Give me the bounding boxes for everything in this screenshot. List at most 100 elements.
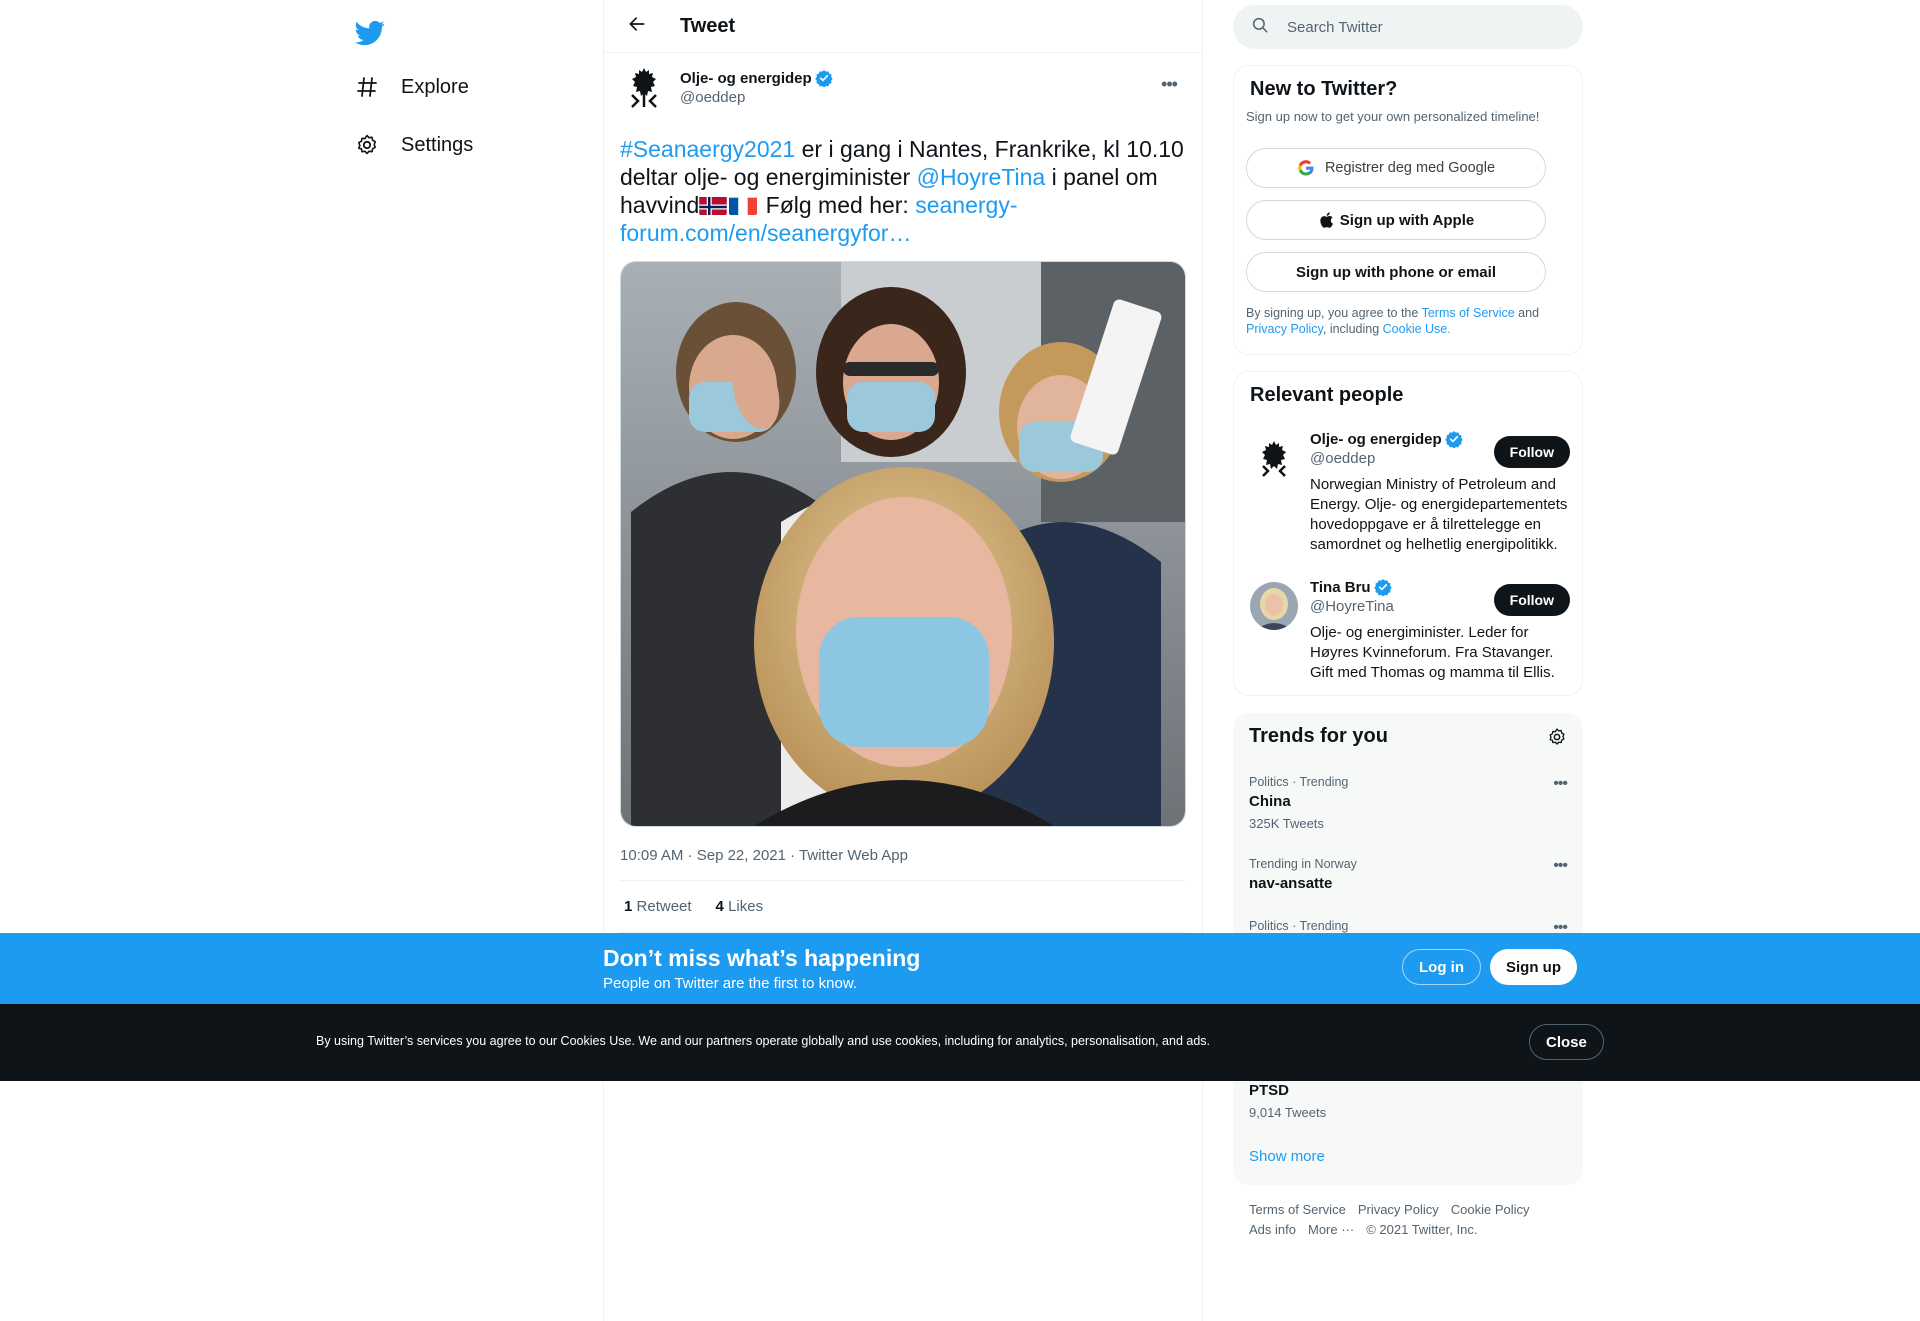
timestamp-source[interactable]: Twitter Web App	[799, 847, 908, 864]
tweet-text-part: Følg med her:	[759, 192, 916, 218]
trend-item[interactable]: Trending in Norway nav-ansatte •••	[1249, 857, 1568, 892]
cookie-text: By using Twitter’s services you agree to…	[316, 1034, 1211, 1048]
apple-signup-button[interactable]: Sign up with Apple	[1246, 200, 1546, 240]
nav-item-label: Settings	[401, 133, 474, 156]
login-button[interactable]: Log in	[1402, 949, 1481, 985]
likes-count: 4	[715, 898, 724, 915]
trend-name: nav-ansatte	[1249, 875, 1333, 892]
privacy-link[interactable]: Privacy Policy	[1246, 322, 1323, 336]
author-name-row[interactable]: Olje- og energidep	[680, 69, 833, 88]
page-title: Tweet	[680, 14, 736, 37]
phone-email-signup-button[interactable]: Sign up with phone or email	[1246, 252, 1546, 292]
timestamp-separator: ·	[785, 847, 800, 864]
retweets-stat[interactable]: 1 Retweet	[620, 898, 692, 915]
avatar[interactable]	[1250, 434, 1298, 482]
cookie-use-link[interactable]: Cookie Use.	[1383, 322, 1451, 336]
tweet-timestamp: 10:09 AM · Sep 22, 2021 · Twitter Web Ap…	[620, 847, 1186, 881]
retweets-label: Retweet	[636, 898, 692, 915]
trend-name: China	[1249, 793, 1291, 810]
trend-meta: Trending in Norway	[1249, 857, 1357, 871]
trend-name: PTSD	[1249, 1082, 1290, 1099]
nav-item-settings[interactable]: Settings	[343, 120, 483, 170]
tweet-stats: 1 Retweet 4 Likes	[620, 881, 1186, 933]
search-placeholder: Search Twitter	[1287, 18, 1383, 36]
apple-button-label: Sign up with Apple	[1339, 211, 1475, 229]
retweets-count: 1	[624, 898, 633, 915]
lion-crest-icon	[624, 65, 664, 113]
trend-meta: Politics · Trending	[1249, 919, 1349, 933]
lion-crest-icon	[1250, 434, 1298, 482]
nav-item-explore[interactable]: Explore	[343, 62, 479, 112]
more-dots-icon[interactable]: •••	[1553, 775, 1568, 793]
france-flag-icon	[729, 195, 758, 215]
signup-button[interactable]: Sign up	[1490, 949, 1577, 985]
nav-item-label: Explore	[401, 75, 469, 98]
legal-text: , including	[1322, 322, 1383, 336]
signup-legal-text: By signing up, you agree to the Terms of…	[1246, 305, 1566, 337]
main-header: Tweet	[604, 0, 1202, 53]
new-to-twitter-card: New to Twitter? Sign up now to get your …	[1233, 65, 1583, 355]
relevant-people-card: Relevant people Olje- og energidep @oedd…	[1233, 371, 1583, 696]
hashtag-link[interactable]: #Seanaergy2021	[620, 136, 795, 162]
footer-link[interactable]: Ads info	[1249, 1220, 1296, 1240]
search-input[interactable]: Search Twitter	[1233, 5, 1583, 49]
person-bio: Olje- og energiminister. Leder for Høyre…	[1310, 624, 1555, 681]
trend-item[interactable]: PTSD 9,014 Tweets	[1249, 1078, 1567, 1120]
person-bio: Norwegian Ministry of Petroleum and Ener…	[1310, 476, 1568, 553]
card-title: Relevant people	[1250, 384, 1404, 406]
arrow-left-icon	[627, 14, 647, 39]
more-options-button[interactable]: •••	[1152, 67, 1186, 101]
likes-label: Likes	[728, 898, 764, 915]
verified-badge-icon	[1444, 430, 1463, 449]
terms-link[interactable]: Terms of Service	[1422, 306, 1515, 320]
trends-settings-gear-icon[interactable]	[1547, 727, 1567, 747]
main-column: Tweet Olje- og energidep @oeddep ••• #Se…	[603, 0, 1203, 1321]
avatar[interactable]	[620, 65, 668, 113]
close-button[interactable]: Close	[1529, 1024, 1604, 1060]
phone-email-button-label: Sign up with phone or email	[1295, 263, 1496, 281]
twitter-bird-icon[interactable]	[349, 12, 391, 54]
trend-count: 9,014 Tweets	[1249, 1105, 1327, 1120]
trend-meta: Politics · Trending	[1249, 775, 1349, 789]
tweet-photo[interactable]	[620, 261, 1186, 827]
tweet-text: #Seanaergy2021 er i gang i Nantes, Frank…	[620, 135, 1186, 247]
likes-stat[interactable]: 4 Likes	[712, 898, 764, 915]
avatar[interactable]	[1250, 582, 1298, 630]
hashtag-icon	[353, 73, 381, 101]
trend-item[interactable]: Politics · Trending China 325K Tweets ••…	[1249, 775, 1568, 831]
mention-link[interactable]: @HoyreTina	[917, 164, 1046, 190]
follow-button[interactable]: Follow	[1493, 584, 1570, 616]
card-subtitle: Sign up now to get your own personalized…	[1246, 109, 1540, 124]
footer-links: Terms of Service Privacy Policy Cookie Pol…	[1249, 1200, 1569, 1240]
author-name: Olje- og energidep	[680, 69, 812, 87]
selfie-photo-image	[621, 262, 1185, 826]
legal-text: By signing up, you agree to the	[1246, 306, 1422, 320]
timestamp-time[interactable]: 10:09 AM	[620, 847, 683, 864]
footer-link[interactable]: Cookie Policy	[1451, 1200, 1530, 1220]
tina-bru-avatar-image	[1250, 582, 1298, 630]
back-button[interactable]	[620, 9, 654, 43]
card-title: New to Twitter?	[1250, 78, 1398, 100]
timestamp-date[interactable]: Sep 22, 2021	[697, 847, 786, 864]
banner-headline: Don’t miss what’s happening	[603, 945, 921, 971]
google-signup-button[interactable]: Registrer deg med Google	[1246, 148, 1546, 188]
footer-link[interactable]: Privacy Policy	[1358, 1200, 1439, 1220]
tweet-header: Olje- og energidep @oeddep •••	[620, 65, 1186, 125]
cookie-banner: By using Twitter’s services you agree to…	[0, 1004, 1920, 1081]
show-more-link[interactable]: Show more	[1249, 1148, 1325, 1165]
banner-subtext: People on Twitter are the first to know.	[603, 975, 858, 992]
more-dots-icon[interactable]: •••	[1553, 857, 1568, 875]
google-button-label: Registrer deg med Google	[1324, 160, 1496, 176]
legal-text: and	[1514, 306, 1540, 320]
verified-badge-icon	[814, 69, 833, 88]
follow-button[interactable]: Follow	[1493, 436, 1570, 468]
card-title: Trends for you	[1249, 725, 1388, 747]
author-handle[interactable]: @oeddep	[680, 89, 833, 106]
footer-link[interactable]: More ···	[1308, 1220, 1354, 1240]
more-dots-icon: •••	[1161, 73, 1178, 94]
trend-count: 325K Tweets	[1249, 816, 1324, 831]
apple-icon	[1318, 211, 1334, 229]
verified-badge-icon	[1373, 578, 1392, 597]
copyright-text: © 2021 Twitter, Inc.	[1366, 1222, 1478, 1237]
footer-link[interactable]: Terms of Service	[1249, 1200, 1346, 1220]
